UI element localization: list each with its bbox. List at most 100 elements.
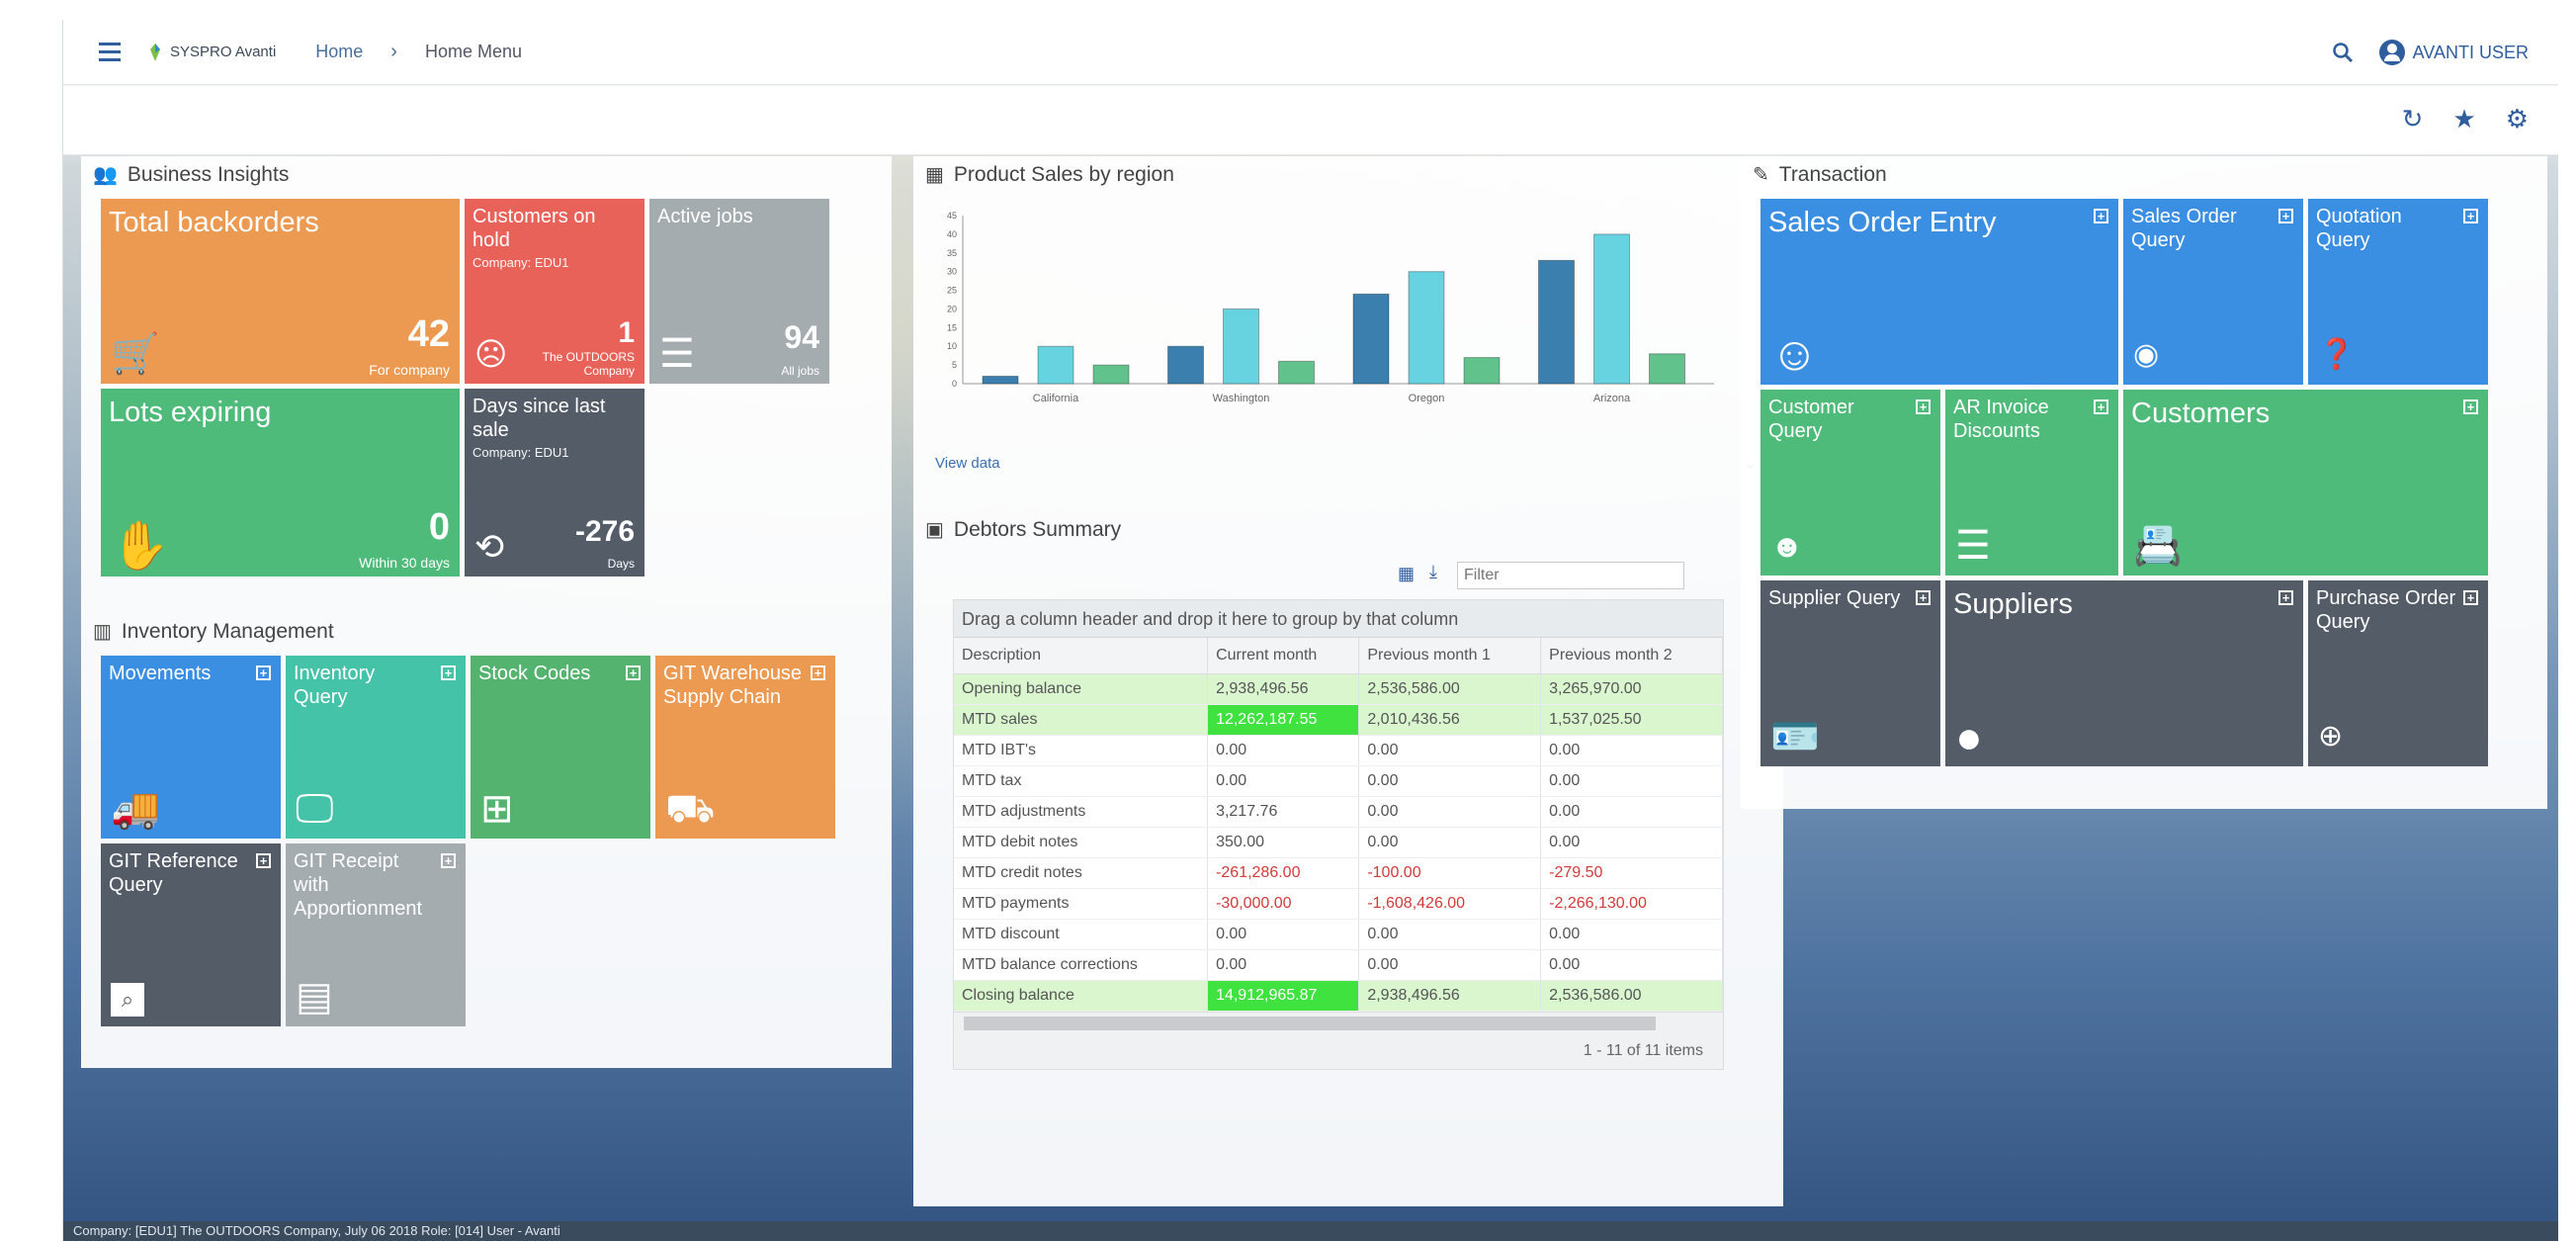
column-header[interactable]: Description: [954, 638, 1209, 674]
excel-export-icon[interactable]: ▦: [1398, 564, 1415, 584]
group-drop-area[interactable]: Drag a column header and drop it here to…: [954, 600, 1723, 638]
tile-title: AR Invoice Discounts: [1953, 397, 2049, 442]
tile-active-jobs[interactable]: Active jobs ☰ 94 All jobs: [649, 199, 829, 384]
search-icon[interactable]: [2332, 42, 2354, 63]
chart-bar[interactable]: [1092, 364, 1130, 385]
refresh-icon[interactable]: ↻: [2402, 104, 2424, 134]
table-cell: MTD discount: [954, 919, 1209, 950]
chart-bar[interactable]: [1649, 353, 1685, 385]
table-cell: 0.00: [1358, 949, 1542, 981]
expand-icon[interactable]: +: [1916, 590, 1931, 605]
expand-icon[interactable]: +: [2463, 590, 2478, 605]
expand-icon[interactable]: +: [2094, 209, 2108, 223]
expand-icon[interactable]: +: [256, 665, 271, 680]
tile-sales-order-query[interactable]: Sales Order Query + ◉: [2123, 199, 2303, 385]
tile-value: -276: [574, 515, 635, 548]
logo[interactable]: SYSPRO Avanti: [146, 42, 276, 63]
table-cell: 0.00: [1207, 735, 1360, 766]
chart-bar[interactable]: [1167, 345, 1204, 385]
expand-icon[interactable]: +: [256, 853, 271, 868]
chart-bar[interactable]: [1463, 357, 1501, 385]
status-bar: Company: [EDU1] The OUTDOORS Company, Ju…: [63, 1221, 2558, 1241]
tile-git-reference-query[interactable]: GIT Reference Query + ⌕: [101, 843, 281, 1026]
tile-sales-order-entry[interactable]: Sales Order Entry + ☺: [1760, 199, 2118, 385]
table-cell: 0.00: [1540, 765, 1723, 797]
table-cell: MTD adjustments: [954, 796, 1209, 828]
expand-icon[interactable]: +: [2463, 399, 2478, 414]
tile-title: Customer Query: [1768, 397, 1854, 442]
expand-icon[interactable]: +: [626, 665, 641, 680]
chart-bar[interactable]: [1037, 345, 1074, 385]
expand-icon[interactable]: +: [441, 665, 456, 680]
tile-total-backorders[interactable]: Total backorders 🛒 42 For company: [101, 199, 460, 384]
tile-supplier-query[interactable]: Supplier Query + 🪪: [1760, 580, 1940, 766]
filter-input[interactable]: [1457, 562, 1684, 589]
chart-bar[interactable]: [982, 375, 1019, 385]
chart-bar[interactable]: [1538, 259, 1575, 385]
tile-stock-codes[interactable]: Stock Codes + ⊞: [471, 656, 650, 839]
breadcrumb-separator: ›: [390, 41, 397, 62]
download-icon[interactable]: ⤓: [1429, 562, 1437, 582]
expand-icon[interactable]: +: [2094, 399, 2108, 414]
chart-bar[interactable]: [1223, 308, 1259, 385]
y-tick-label: 20: [947, 304, 957, 313]
tile-lots-expiring[interactable]: Lots expiring ✋ 0 Within 30 days: [101, 389, 460, 576]
chart-bar[interactable]: [1352, 293, 1390, 385]
table-cell: 0.00: [1540, 735, 1723, 766]
column-header[interactable]: Previous month 2: [1540, 638, 1723, 674]
list-icon: ☰: [1955, 524, 1991, 568]
tile-customers-on-hold[interactable]: Customers on hold Company: EDU1 ☹ 1 The …: [465, 199, 644, 384]
table-row[interactable]: Opening balance 2,938,496.56 2,536,586.00 3…: [954, 673, 1723, 705]
tile-ar-invoice-discounts[interactable]: AR Invoice Discounts + ☰: [1945, 390, 2118, 576]
expand-icon[interactable]: +: [441, 853, 456, 868]
tile-value-label: All jobs: [781, 364, 819, 378]
tile-customer-query[interactable]: Customer Query + ☻: [1760, 390, 1940, 576]
tile-days-since-last-sale[interactable]: Days since last sale Company: EDU1 ⟲ -27…: [465, 389, 644, 576]
x-tick-label: California: [1033, 393, 1079, 404]
chart-bar[interactable]: [1593, 233, 1630, 385]
tile-quotation-query[interactable]: Quotation Query + ❓: [2308, 199, 2488, 385]
expand-icon[interactable]: +: [2278, 590, 2293, 605]
table-row[interactable]: MTD debit notes 350.00 0.00 0.00: [954, 827, 1723, 858]
table-row[interactable]: MTD adjustments 3,217.76 0.00 0.00: [954, 796, 1723, 828]
tile-title: Active jobs: [657, 206, 753, 227]
tile-git-receipt-apportionment[interactable]: GIT Receipt with Apportionment + ▤: [286, 843, 466, 1026]
chart-bar[interactable]: [1408, 271, 1445, 385]
breadcrumb-home[interactable]: Home: [315, 42, 363, 62]
horizontal-scrollbar[interactable]: [964, 1016, 1656, 1030]
table-cell: 0.00: [1207, 949, 1360, 981]
column-header[interactable]: Previous month 1: [1358, 638, 1542, 674]
table-cell: MTD debit notes: [954, 827, 1209, 858]
tile-purchase-order-query[interactable]: Purchase Order Query + ⊕: [2308, 580, 2488, 766]
settings-gear-icon[interactable]: ⚙: [2506, 104, 2529, 134]
expand-icon[interactable]: +: [1916, 399, 1931, 414]
table-cell: Closing balance: [954, 980, 1209, 1012]
chart-bar[interactable]: [1278, 360, 1315, 385]
table-row[interactable]: MTD credit notes -261,286.00 -100.00 -279.5…: [954, 857, 1723, 889]
table-row[interactable]: Closing balance 14,912,965.87 2,938,496.56…: [954, 980, 1723, 1012]
expand-icon[interactable]: +: [2278, 209, 2293, 223]
user-menu[interactable]: AVANTI USER: [2378, 40, 2529, 65]
view-data-link[interactable]: View data: [935, 455, 1000, 472]
table-row[interactable]: MTD balance corrections 0.00 0.00 0.00: [954, 949, 1723, 981]
tile-title: Inventory Query: [294, 663, 376, 708]
table-row[interactable]: MTD discount 0.00 0.00 0.00: [954, 919, 1723, 950]
tile-git-warehouse-supply-chain[interactable]: GIT Warehouse Supply Chain + ⛟: [655, 656, 835, 839]
table-row[interactable]: MTD tax 0.00 0.00 0.00: [954, 765, 1723, 797]
tile-customers[interactable]: Customers + 📇: [2123, 390, 2488, 576]
favorite-star-icon[interactable]: ★: [2452, 104, 2475, 134]
table-row[interactable]: MTD sales 12,262,187.55 2,010,436.56 1,537,…: [954, 704, 1723, 736]
table-cell: 2,536,586.00: [1358, 673, 1542, 705]
tile-company: Company: EDU1: [472, 255, 569, 270]
tile-movements[interactable]: Movements + 🚚: [101, 656, 281, 839]
column-header[interactable]: Current month: [1207, 638, 1360, 674]
expand-icon[interactable]: +: [2463, 209, 2478, 223]
tile-suppliers[interactable]: Suppliers + ●: [1945, 580, 2303, 766]
expand-icon[interactable]: +: [811, 665, 825, 680]
menu-button[interactable]: [89, 31, 132, 74]
table-cell: MTD sales: [954, 704, 1209, 736]
tile-inventory-query[interactable]: Inventory Query + 🖵: [286, 656, 466, 839]
table-row[interactable]: MTD IBT's 0.00 0.00 0.00: [954, 735, 1723, 766]
table-row[interactable]: MTD payments -30,000.00 -1,608,426.00 -2,26…: [954, 888, 1723, 920]
table-cell: MTD balance corrections: [954, 949, 1209, 981]
